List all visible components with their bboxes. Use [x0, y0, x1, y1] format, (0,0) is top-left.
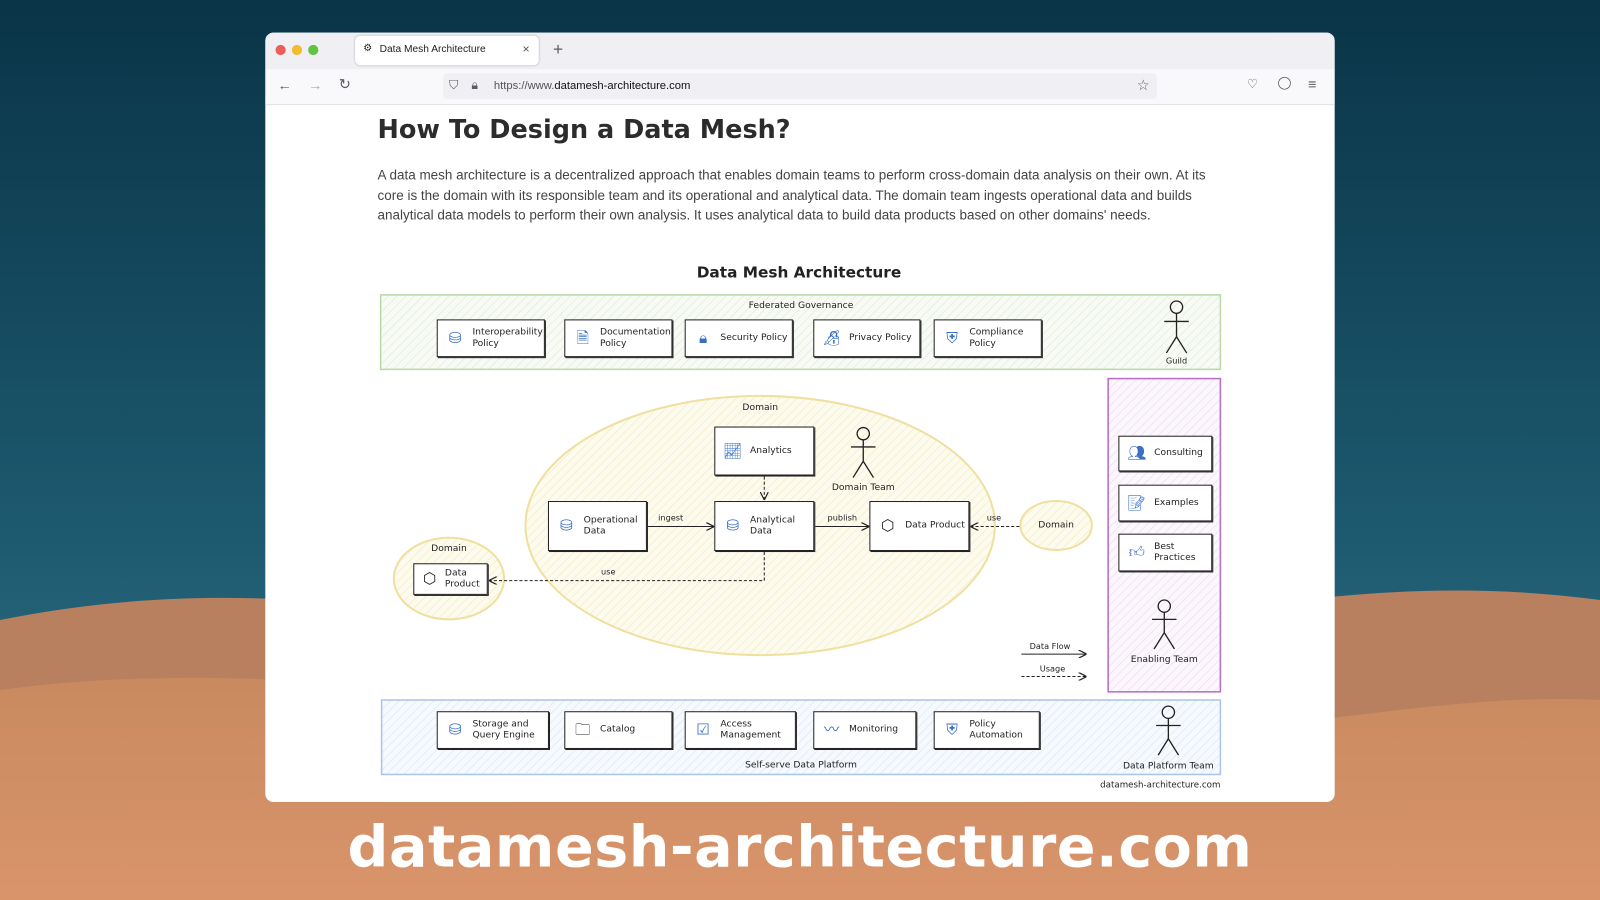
examples-box: 📝︎ Examples [1118, 484, 1213, 522]
people-chat-icon: 👥︎ [1127, 443, 1147, 463]
database-network-icon: ⛁ [448, 328, 462, 347]
platform-label: Self-serve Data Platform [745, 760, 857, 771]
hand-check-icon: ☑ [696, 720, 710, 739]
domain-label: Domain [742, 403, 779, 414]
access-management-box: ☑ Access Management [684, 711, 796, 749]
consulting-box: 👥︎ Consulting [1118, 435, 1213, 472]
enabling-team-label: Enabling Team [1130, 655, 1198, 666]
legend-usage-label: Usage [1039, 664, 1066, 674]
pulse-icon: 〰 [823, 720, 840, 739]
package-icon: ⬡ [881, 516, 895, 535]
security-policy-box: 🔒︎ Security Policy [684, 319, 793, 358]
document-icon: 🗎︎ [576, 328, 589, 347]
policy-automation-box: ⛨ Policy Automation [933, 711, 1040, 749]
robot-shield-icon: ⛨ [946, 720, 958, 739]
operational-data-box: ⛁ Operational Data [547, 501, 647, 552]
right-domain-label: Domain [1038, 520, 1074, 531]
database-icon: ⛁ [448, 720, 462, 739]
monitoring-box: 〰 Monitoring [813, 711, 917, 749]
ingest-label: ingest [658, 513, 684, 523]
governance-label: Federated Governance [748, 301, 854, 312]
privacy-lock-icon: 🔏︎ [821, 328, 842, 347]
chart-icon: 📈︎ [722, 441, 743, 460]
domain-team-label: Domain Team [831, 482, 895, 493]
analytical-data-box: ⛁ Analytical Data [714, 501, 815, 552]
banner-text: datamesh-architecture.com [347, 814, 1253, 881]
left-data-product-box: ⬡ Data Product [413, 563, 488, 595]
analytics-box: 📈︎ Analytics [714, 426, 815, 476]
interoperability-policy-box: ⛁ Interoperability Policy [436, 319, 545, 358]
data-product-box: ⬡ Data Product [869, 501, 970, 552]
left-domain-label: Domain [431, 543, 467, 555]
compliance-policy-box: ⛨ Compliance Policy [933, 319, 1042, 358]
notes-icon: 📝︎ [1127, 493, 1147, 512]
lock-icon: 🔒︎ [698, 328, 708, 347]
folder-icon: 🗀 [574, 720, 591, 739]
package-icon: ⬡ [422, 569, 437, 588]
catalog-box: 🗀 Catalog [564, 711, 673, 749]
thumbs-up-icon: 👍︎ [1128, 542, 1145, 562]
storage-query-engine-box: ⛁ Storage and Query Engine [436, 711, 549, 749]
compliance-shield-icon: ⛨ [946, 328, 958, 347]
platform-team-label: Data Platform Team [1122, 761, 1214, 772]
legend-flow-label: Data Flow [1029, 641, 1071, 652]
privacy-policy-box: 🔏︎ Privacy Policy [813, 319, 921, 358]
diagram-credit: datamesh-architecture.com [1100, 780, 1221, 791]
guild-label: Guild [1165, 356, 1188, 366]
publish-label: publish [827, 513, 858, 523]
documentation-policy-box: 🗎︎ Documentation Policy [564, 319, 673, 358]
use-right-label: use [986, 513, 1002, 523]
best-practices-box: 👍︎ Best Practices [1118, 533, 1213, 572]
database-gear-icon: ⛁ [559, 516, 573, 535]
use-left-label: use [601, 567, 616, 577]
database-search-icon: ⛁ [726, 516, 740, 535]
